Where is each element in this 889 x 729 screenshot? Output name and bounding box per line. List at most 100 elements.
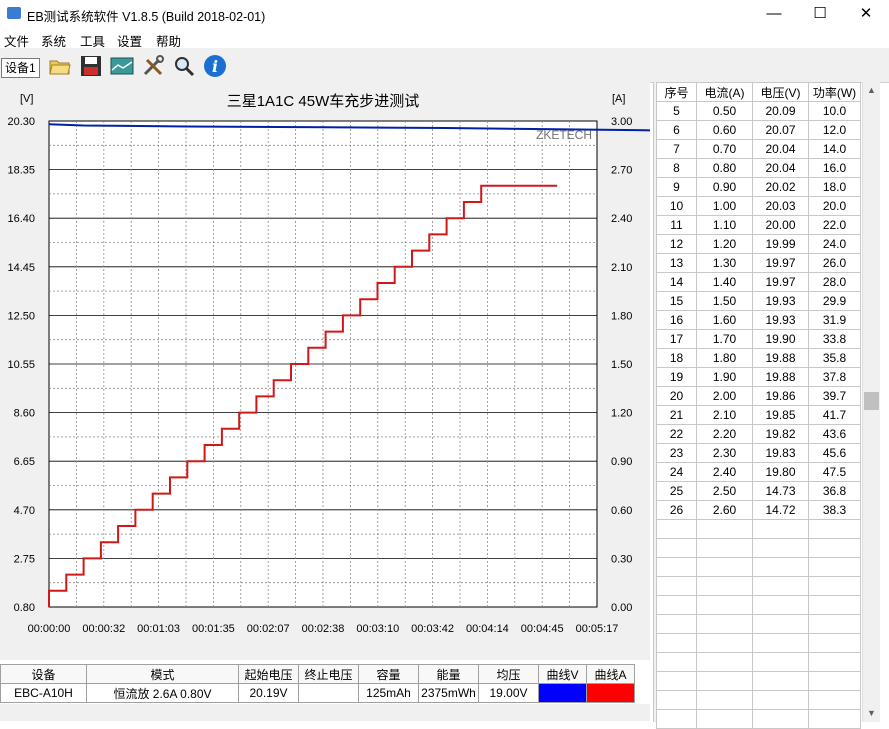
table-row-empty[interactable] [656,671,861,691]
col-header-voltage[interactable]: 电压(V) [752,82,809,102]
table-scrollbar[interactable]: ▲ ▼ [862,82,880,722]
table-row[interactable]: 21 2.10 19.85 41.7 [656,405,861,425]
row-voltage: 19.80 [752,462,809,482]
empty-cell [752,671,809,691]
table-row[interactable]: 13 1.30 19.97 26.0 [656,253,861,273]
table-row-empty[interactable] [656,709,861,729]
row-current: 0.80 [696,158,753,178]
row-index: 6 [656,120,697,140]
table-row[interactable]: 20 2.00 19.86 39.7 [656,386,861,406]
status-row[interactable]: EBC-A10H 恒流放 2.6A 0.80V 20.19V 125mAh 23… [0,683,635,703]
chart-image-icon[interactable] [110,54,134,78]
save-disk-icon[interactable] [79,54,103,78]
table-row[interactable]: 15 1.50 19.93 29.9 [656,291,861,311]
y-left-tick-label: 0.80 [14,602,35,614]
magnifier-icon[interactable] [172,54,196,78]
table-row[interactable]: 26 2.60 14.72 38.3 [656,500,861,520]
row-index: 16 [656,310,697,330]
row-voltage: 19.85 [752,405,809,425]
table-row[interactable]: 24 2.40 19.80 47.5 [656,462,861,482]
table-row[interactable]: 19 1.90 19.88 37.8 [656,367,861,387]
empty-cell [696,671,753,691]
table-row-empty[interactable] [656,576,861,596]
y-left-tick-label: 14.45 [7,262,35,274]
table-row[interactable]: 18 1.80 19.88 35.8 [656,348,861,368]
row-index: 17 [656,329,697,349]
table-row-empty[interactable] [656,519,861,539]
row-index: 11 [656,215,697,235]
table-row[interactable]: 9 0.90 20.02 18.0 [656,177,861,197]
menu-bar: 文件 系统 工具 设置 帮助 [0,28,889,49]
empty-cell [752,576,809,596]
scroll-down-arrow-icon[interactable]: ▼ [863,705,880,722]
empty-cell [696,614,753,634]
status-energy: 2375mWh [418,683,479,703]
y-right-tick-label: 0.60 [611,505,632,517]
row-current: 0.90 [696,177,753,197]
x-tick-label: 00:05:17 [576,623,619,635]
table-row[interactable]: 6 0.60 20.07 12.0 [656,120,861,140]
row-power: 41.7 [808,405,861,425]
minimize-button[interactable]: — [751,0,797,28]
curve-a-color-swatch[interactable] [586,683,635,703]
row-power: 10.0 [808,101,861,121]
row-voltage: 19.99 [752,234,809,254]
table-row[interactable]: 10 1.00 20.03 20.0 [656,196,861,216]
table-row[interactable]: 5 0.50 20.09 10.0 [656,101,861,121]
row-power: 43.6 [808,424,861,444]
status-scrollbar[interactable] [0,704,650,721]
empty-cell [696,519,753,539]
empty-cell [656,633,697,653]
table-row-empty[interactable] [656,538,861,558]
row-index: 26 [656,500,697,520]
col-header-current[interactable]: 电流(A) [696,82,753,102]
scroll-thumb[interactable] [864,392,879,410]
empty-cell [808,671,861,691]
row-current: 2.10 [696,405,753,425]
tools-icon[interactable] [141,54,165,78]
x-tick-label: 00:01:35 [192,623,235,635]
scroll-up-arrow-icon[interactable]: ▲ [863,82,880,99]
table-row-empty[interactable] [656,690,861,710]
maximize-button[interactable]: ☐ [797,0,843,28]
empty-cell [752,690,809,710]
col-header-index[interactable]: 序号 [656,82,697,102]
table-row-empty[interactable] [656,614,861,634]
row-power: 33.8 [808,329,861,349]
curve-v-color-swatch[interactable] [538,683,587,703]
device-selector-button[interactable]: 设备1 [1,58,40,78]
empty-cell [752,652,809,672]
row-current: 0.60 [696,120,753,140]
table-row-empty[interactable] [656,652,861,672]
row-voltage: 20.04 [752,139,809,159]
table-row-empty[interactable] [656,595,861,615]
table-row[interactable]: 14 1.40 19.97 28.0 [656,272,861,292]
table-row[interactable]: 23 2.30 19.83 45.6 [656,443,861,463]
empty-cell [696,538,753,558]
empty-cell [696,633,753,653]
app-icon [7,7,21,19]
status-header-start-voltage: 起始电压 [238,664,299,684]
empty-cell [656,652,697,672]
table-row[interactable]: 25 2.50 14.73 36.8 [656,481,861,501]
row-power: 12.0 [808,120,861,140]
empty-cell [656,690,697,710]
table-row[interactable]: 7 0.70 20.04 14.0 [656,139,861,159]
table-row-empty[interactable] [656,557,861,577]
row-current: 1.80 [696,348,753,368]
table-row[interactable]: 12 1.20 19.99 24.0 [656,234,861,254]
table-row[interactable]: 17 1.70 19.90 33.8 [656,329,861,349]
table-row[interactable]: 11 1.10 20.00 22.0 [656,215,861,235]
open-folder-icon[interactable] [48,54,72,78]
table-row[interactable]: 8 0.80 20.04 16.0 [656,158,861,178]
col-header-power[interactable]: 功率(W) [808,82,861,102]
close-button[interactable]: ✕ [843,0,889,28]
x-tick-label: 00:02:07 [247,623,290,635]
table-row[interactable]: 16 1.60 19.93 31.9 [656,310,861,330]
row-current: 1.00 [696,196,753,216]
empty-cell [656,538,697,558]
info-icon[interactable]: i [203,54,227,78]
row-current: 1.50 [696,291,753,311]
table-row[interactable]: 22 2.20 19.82 43.6 [656,424,861,444]
table-row-empty[interactable] [656,633,861,653]
